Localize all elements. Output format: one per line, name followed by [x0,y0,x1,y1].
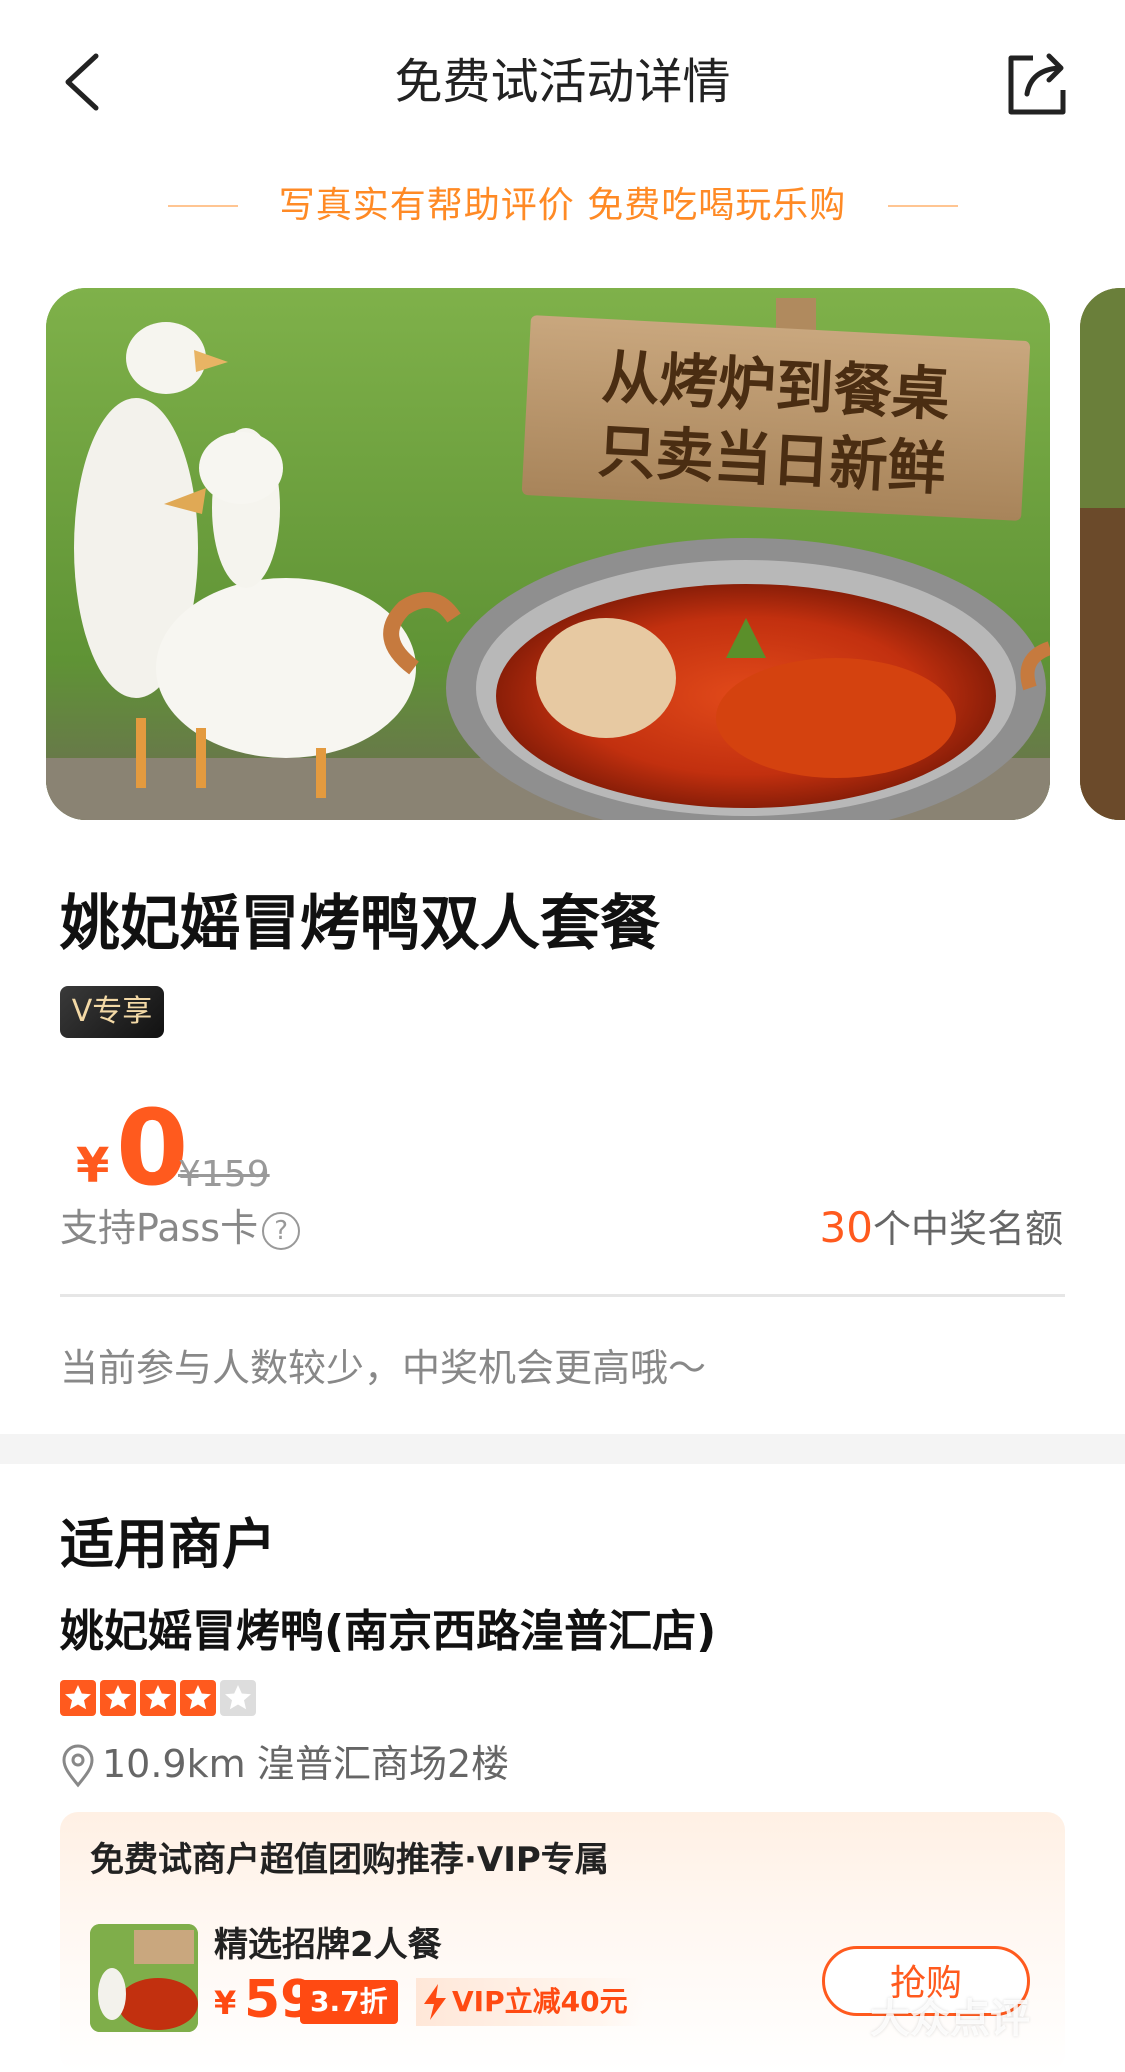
page-title: 免费试活动详情 [394,54,731,110]
question-icon[interactable]: ? [262,1211,301,1250]
vip-discount-label: VIP立减40元 [416,1978,644,2026]
discount-badge: 3.7折 [300,1980,398,2024]
slogan-banner: 写真实有帮助评价 免费吃喝玩乐购 [0,178,1125,234]
merchant-section-heading: 适用商户 [60,1513,276,1576]
address: 湟普汇商场2楼 [257,1742,510,1786]
merchant-name[interactable]: 姚妃媱冒烤鸭(南京西路湟普汇店) [60,1602,716,1662]
deal-thumbnail [90,1924,198,2032]
star-filled-icon [100,1680,136,1716]
quota-number: 30 [819,1203,873,1252]
price-currency: ¥ [76,1138,110,1194]
deal-price-currency: ¥ [214,1984,237,2022]
pass-card-support[interactable]: 支持Pass卡? [60,1200,301,1256]
divider [60,1294,1065,1297]
star-empty-icon [220,1680,256,1716]
share-icon[interactable] [1005,50,1069,116]
deal-name: 精选招牌2人餐 [214,1925,442,1965]
section-separator [0,1434,1125,1464]
lightning-icon [424,1984,446,2020]
star-filled-icon [140,1680,176,1716]
hero-illustration: 从烤炉到餐桌 只卖当日新鲜 [46,288,1050,820]
pass-card-label: 支持Pass卡 [60,1206,259,1250]
star-filled-icon [60,1680,96,1716]
location-pin-icon [62,1744,94,1788]
slogan-right-line [888,205,958,207]
hero-image[interactable]: 从烤炉到餐桌 只卖当日新鲜 [46,288,1050,820]
deal-thumbnail-illustration [90,1924,198,2032]
watermark: 大众点评 [870,1996,1030,2042]
next-carousel-image[interactable] [1080,288,1125,820]
next-image-illustration [1080,288,1125,820]
winner-quota: 30个中奖名额 [820,1200,1063,1257]
vip-exclusive-badge: V专享 [60,986,164,1038]
product-title: 姚妃媱冒烤鸭双人套餐 [60,889,660,959]
top-nav-bar: 免费试活动详情 [0,0,1125,160]
star-filled-icon [180,1680,216,1716]
participation-tip: 当前参与人数较少，中奖机会更高哦～ [60,1346,707,1390]
vip-discount-text: VIP立减40元 [452,1985,628,2018]
distance: 10.9km [102,1742,246,1786]
original-price: ¥159 [178,1154,270,1195]
quota-text: 个中奖名额 [872,1207,1063,1251]
deal-card-title: 免费试商户超值团购推荐·VIP专属 [90,1840,609,1880]
